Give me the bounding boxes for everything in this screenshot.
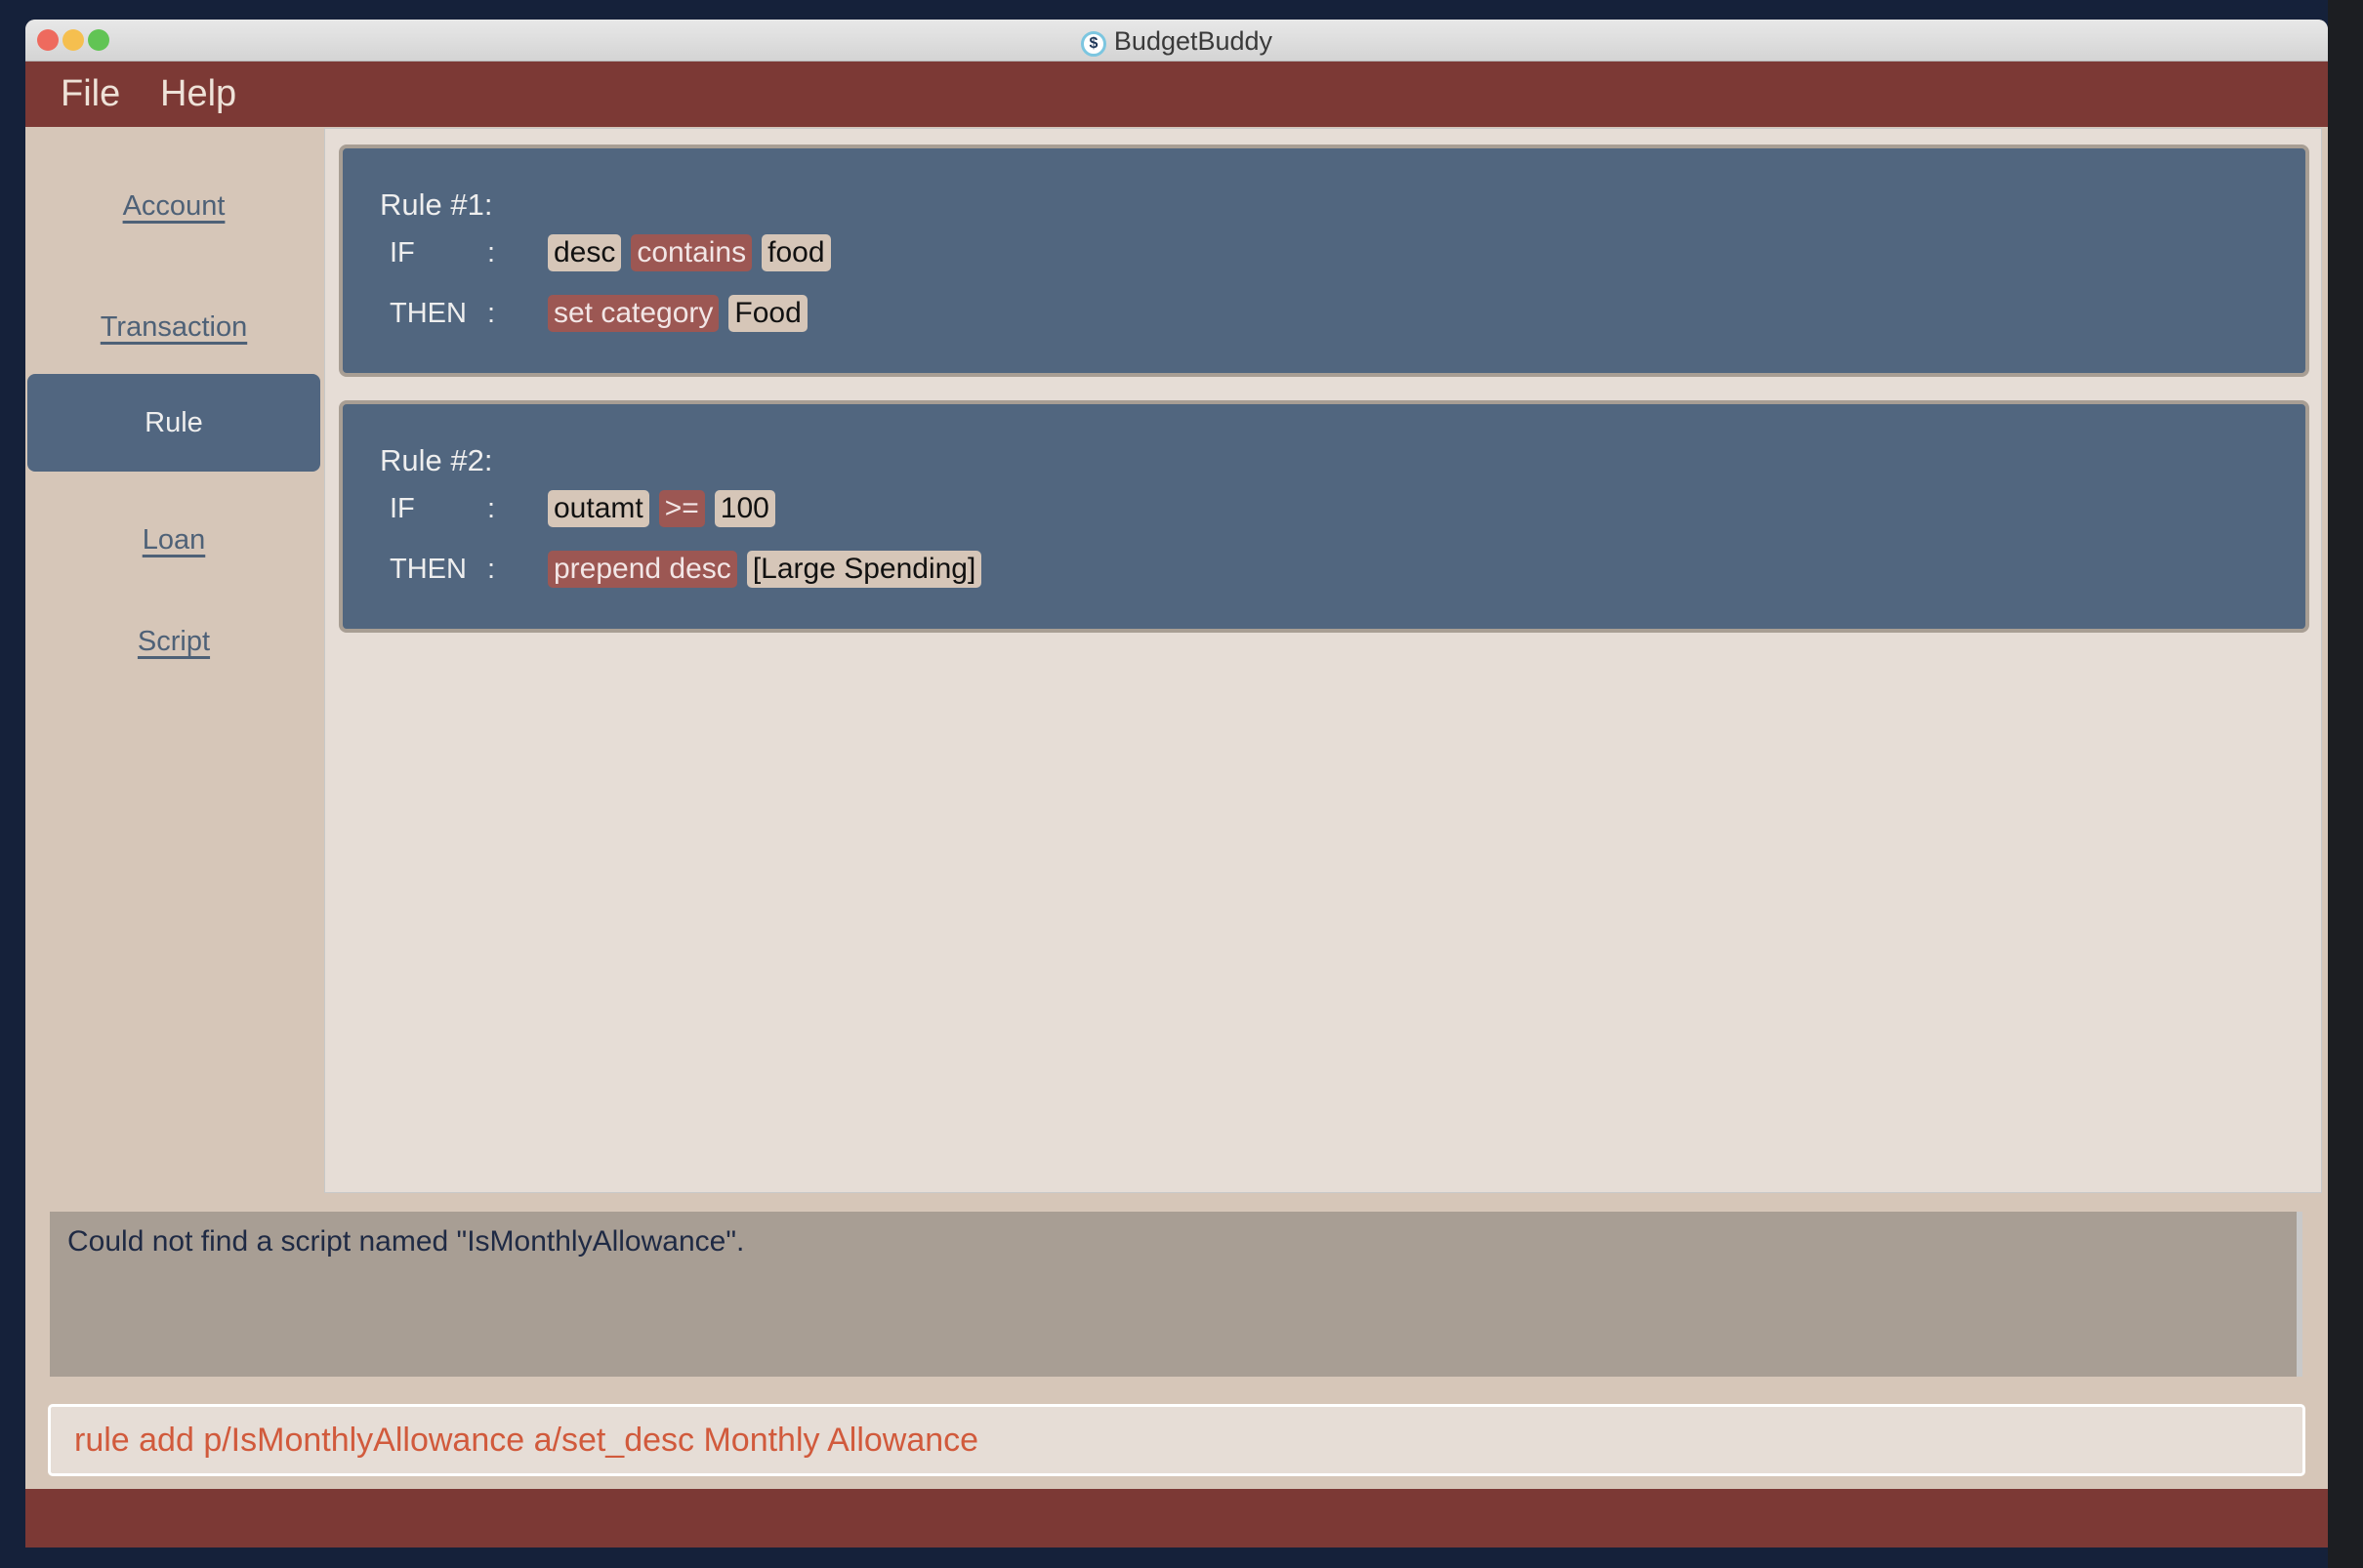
sidebar-item-script[interactable]: Script [25, 626, 322, 658]
command-input[interactable]: rule add p/IsMonthlyAllowance a/set_desc… [48, 1404, 2305, 1476]
rule-if-row: IF: outamt >= 100 [390, 490, 785, 527]
dollar-coin-icon: $ [1080, 31, 1106, 57]
sidebar-item-loan[interactable]: Loan [25, 524, 322, 557]
rule-card[interactable]: Rule #2: IF: outamt >= 100 THEN: prepend desc[… [339, 400, 2309, 633]
rule-then-row: THEN: prepend desc [Large Spending] [390, 551, 991, 588]
sidebar: Account Transaction Rule Loan Script [25, 127, 322, 1213]
rule-title: Rule #1: [380, 187, 493, 222]
rule-value-chip: 100 [714, 490, 775, 527]
app-window: $ BudgetBuddy File Help Account Transacti… [25, 20, 2328, 1547]
title-bar: $ BudgetBuddy [25, 20, 2328, 62]
status-bar [25, 1489, 2328, 1547]
rule-if-label: IF [390, 492, 415, 524]
rule-value-chip: [Large Spending] [746, 551, 982, 588]
desktop-background [2328, 0, 2363, 1568]
rule-attr-chip: desc [548, 234, 622, 271]
colon: : [487, 297, 496, 329]
rule-then-label: THEN [390, 553, 467, 585]
rule-then-label: THEN [390, 297, 467, 329]
rule-then-row: THEN: set category Food [390, 295, 817, 332]
rule-value-chip: food [762, 234, 831, 271]
rule-op-chip: set category [548, 295, 720, 332]
rule-op-chip: >= [658, 490, 705, 527]
rule-attr-chip: outamt [548, 490, 649, 527]
menu-file[interactable]: File [61, 73, 120, 115]
rule-op-chip: prepend desc [548, 551, 737, 588]
menu-bar: File Help [25, 62, 2328, 127]
menu-help[interactable]: Help [160, 73, 236, 115]
rule-title: Rule #2: [380, 443, 493, 477]
window-title: $ BudgetBuddy [25, 26, 2328, 57]
sidebar-item-transaction[interactable]: Transaction [25, 311, 322, 344]
window-title-text: BudgetBuddy [1113, 26, 1273, 56]
rule-if-label: IF [390, 236, 415, 268]
rule-list-panel: Rule #1: IF: desc contains food THEN: set cate… [324, 128, 2322, 1193]
rule-op-chip: contains [631, 234, 753, 271]
colon: : [487, 553, 496, 585]
rule-value-chip: Food [728, 295, 808, 332]
sidebar-item-rule[interactable]: Rule [27, 374, 320, 472]
colon: : [487, 492, 496, 524]
sidebar-item-account[interactable]: Account [25, 190, 322, 223]
result-display: Could not find a script named "IsMonthly… [50, 1212, 2302, 1377]
rule-if-row: IF: desc contains food [390, 234, 841, 271]
rule-card[interactable]: Rule #1: IF: desc contains food THEN: set cate… [339, 144, 2309, 377]
colon: : [487, 236, 496, 268]
